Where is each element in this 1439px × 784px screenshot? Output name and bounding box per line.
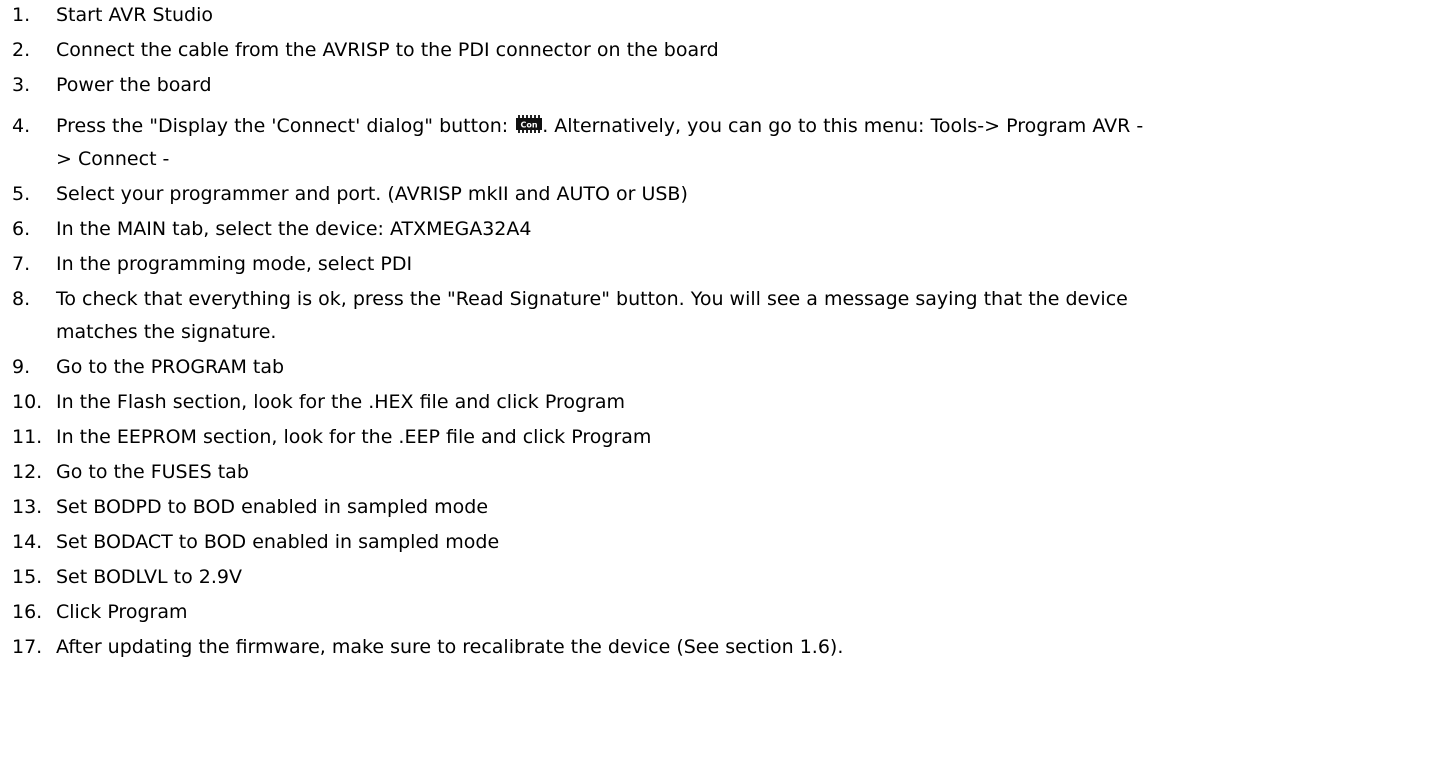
step-text: Start AVR Studio <box>56 4 213 26</box>
step-number: 13. <box>12 496 43 518</box>
step-number: 5. <box>12 183 31 205</box>
step-number: 1. <box>12 4 31 26</box>
step-number: 6. <box>12 218 31 240</box>
step-text: Go to the FUSES tab <box>56 461 249 483</box>
step-text: To check that everything is ok, press th… <box>56 288 1128 310</box>
step-number: 10. <box>12 391 43 413</box>
step-text: Go to the PROGRAM tab <box>56 356 285 378</box>
step-number: 4. <box>12 115 31 137</box>
step-text: In the Flash section, look for the .HEX … <box>56 391 626 413</box>
step-text: Click Program <box>56 601 188 623</box>
step-number: 9. <box>12 356 31 378</box>
step-continuation: > Connect - <box>56 148 170 170</box>
step-number: 14. <box>12 531 43 553</box>
step-number: 8. <box>12 288 31 310</box>
step-text: After updating the firmware, make sure t… <box>56 636 844 658</box>
step-number: 16. <box>12 601 43 623</box>
step-number: 17. <box>12 636 43 658</box>
step-number: 2. <box>12 39 31 61</box>
step-text: Set BODPD to BOD enabled in sampled mode <box>56 496 489 518</box>
step-number: 3. <box>12 74 31 96</box>
step-number: 11. <box>12 426 43 448</box>
step-text: Power the board <box>56 74 212 96</box>
step-number: 15. <box>12 566 43 588</box>
step-text: Press the "Display the 'Connect' dialog"… <box>56 115 1143 137</box>
step-text: Set BODACT to BOD enabled in sampled mod… <box>56 531 500 553</box>
step-text: In the EEPROM section, look for the .EEP… <box>56 426 652 448</box>
step-text-after-icon: . Alternatively, you can go to this menu… <box>542 115 1144 137</box>
instruction-document: 1. Start AVR Studio 2. Connect the cable… <box>0 0 1439 784</box>
con-icon-label: Con <box>521 121 538 130</box>
step-text: In the MAIN tab, select the device: ATXM… <box>56 218 532 240</box>
step-number: 7. <box>12 253 31 275</box>
con-chip-icon: Con <box>516 115 543 133</box>
step-number: 12. <box>12 461 43 483</box>
step-text: Set BODLVL to 2.9V <box>56 566 242 588</box>
step-text: Connect the cable from the AVRISP to the… <box>56 39 719 61</box>
step-text: In the programming mode, select PDI <box>56 253 413 275</box>
step-continuation: matches the signature. <box>56 321 277 343</box>
step-text: Select your programmer and port. (AVRISP… <box>56 183 688 205</box>
step-text-before-icon: Press the "Display the 'Connect' dialog"… <box>56 115 509 137</box>
